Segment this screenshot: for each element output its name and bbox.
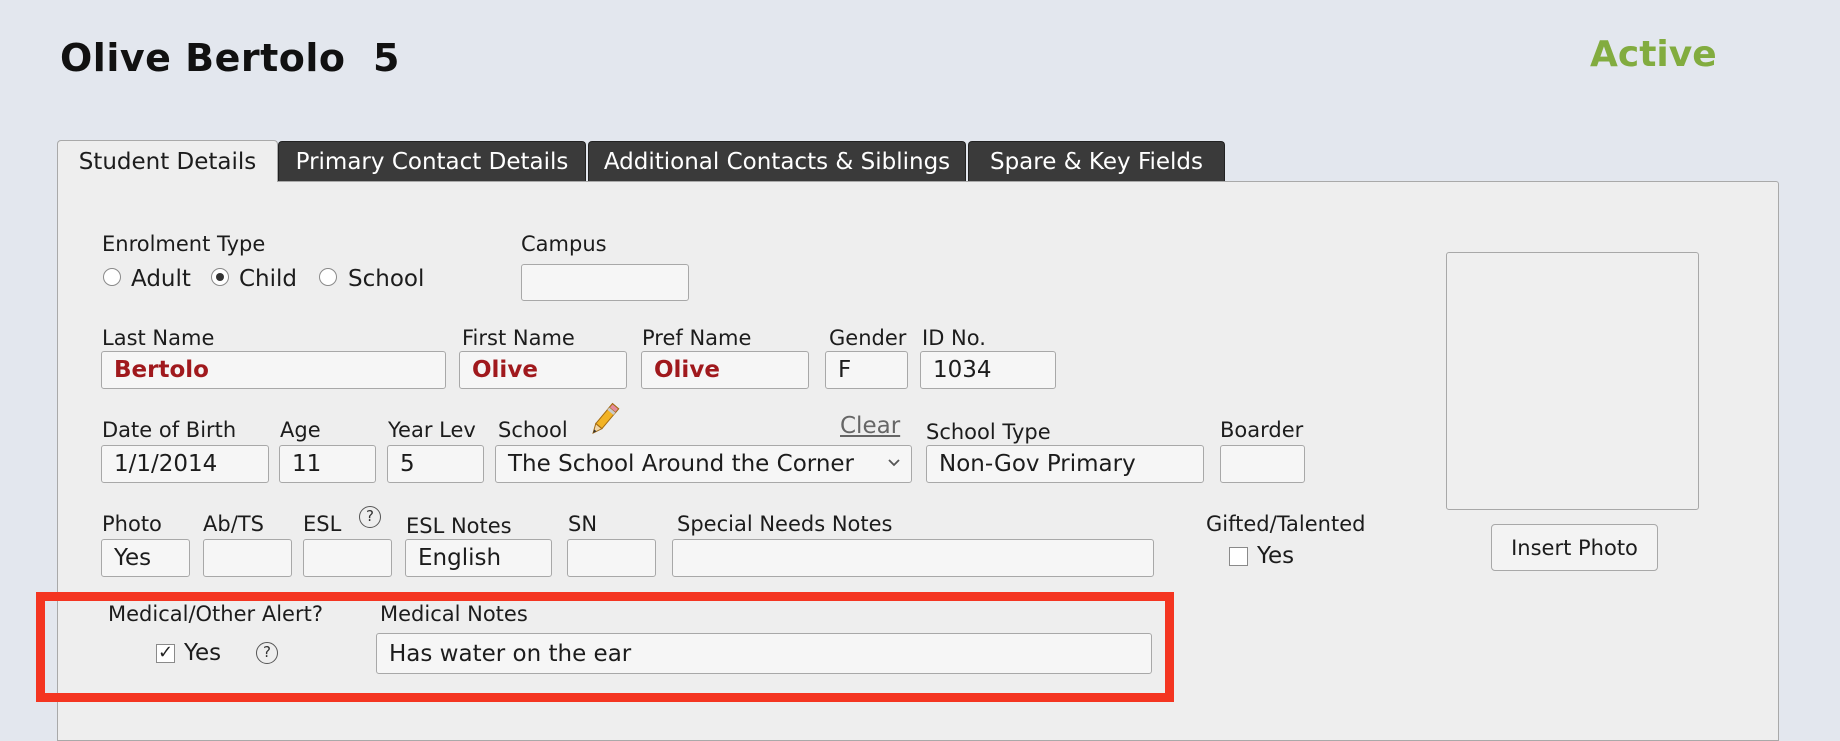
campus-label: Campus xyxy=(521,232,607,256)
photo-field[interactable]: Yes xyxy=(101,539,190,577)
tab-label: Spare & Key Fields xyxy=(989,148,1204,175)
radio-adult[interactable] xyxy=(103,268,121,286)
last-name-field[interactable]: Bertolo xyxy=(101,351,446,389)
esl-notes-field[interactable]: English xyxy=(405,539,552,577)
tab-label: Primary Contact Details xyxy=(295,148,569,175)
year-lev-field[interactable]: 5 xyxy=(387,445,484,483)
gifted-checkbox[interactable] xyxy=(1229,547,1248,566)
radio-child[interactable] xyxy=(211,268,229,286)
boarder-field[interactable] xyxy=(1220,445,1305,483)
tab-spare-key-fields[interactable]: Spare & Key Fields xyxy=(968,141,1225,181)
radio-adult-label: Adult xyxy=(131,266,191,292)
gifted-talented-label: Gifted/Talented xyxy=(1206,512,1366,536)
esl-label: ESL xyxy=(303,512,342,536)
tab-label: Additional Contacts & Siblings xyxy=(603,148,951,175)
ab-ts-label: Ab/TS xyxy=(203,512,264,536)
status-badge: Active xyxy=(1590,34,1717,75)
dob-label: Date of Birth xyxy=(102,418,237,442)
last-name-label: Last Name xyxy=(102,326,215,350)
school-select-value: The School Around the Corner xyxy=(508,451,854,477)
age-label: Age xyxy=(280,418,321,442)
pref-name-field[interactable]: Olive xyxy=(641,351,809,389)
help-icon[interactable]: ? xyxy=(359,506,381,528)
pref-name-label: Pref Name xyxy=(642,326,752,350)
id-no-field[interactable]: 1034 xyxy=(920,351,1056,389)
chevron-down-icon xyxy=(887,452,901,479)
id-no-label: ID No. xyxy=(922,326,986,350)
radio-child-label: Child xyxy=(239,266,298,292)
school-type-label: School Type xyxy=(926,420,1051,444)
year-lev-label: Year Lev xyxy=(388,418,476,442)
radio-school[interactable] xyxy=(319,268,337,286)
enrolment-type-group: Adult Child School xyxy=(102,266,432,296)
insert-photo-button[interactable]: Insert Photo xyxy=(1491,524,1658,571)
photo-label: Photo xyxy=(102,512,162,536)
age-field[interactable]: 11 xyxy=(279,445,376,483)
esl-field[interactable] xyxy=(303,539,392,577)
student-photo xyxy=(1446,252,1699,510)
dob-field[interactable]: 1/1/2014 xyxy=(101,445,269,483)
highlight-frame xyxy=(36,592,1174,702)
first-name-field[interactable]: Olive xyxy=(459,351,627,389)
sn-label: SN xyxy=(568,512,598,536)
boarder-label: Boarder xyxy=(1220,418,1304,442)
page-title: Olive Bertolo 5 xyxy=(60,36,400,80)
ab-ts-field[interactable] xyxy=(203,539,292,577)
first-name-label: First Name xyxy=(462,326,575,350)
school-clear-link[interactable]: Clear xyxy=(840,413,900,439)
gender-field[interactable]: F xyxy=(825,351,908,389)
school-label: School xyxy=(498,418,568,442)
special-needs-notes-label: Special Needs Notes xyxy=(677,512,893,536)
special-needs-notes-field[interactable] xyxy=(672,539,1154,577)
enrolment-type-label: Enrolment Type xyxy=(102,232,266,256)
tab-label: Student Details xyxy=(78,148,257,175)
school-select[interactable]: The School Around the Corner xyxy=(495,445,912,483)
esl-notes-label: ESL Notes xyxy=(406,514,512,538)
sn-field[interactable] xyxy=(567,539,656,577)
gifted-yes-label: Yes xyxy=(1257,543,1295,569)
tab-primary-contact-details[interactable]: Primary Contact Details xyxy=(278,141,586,181)
tab-additional-contacts[interactable]: Additional Contacts & Siblings xyxy=(588,141,966,181)
school-type-field[interactable]: Non-Gov Primary xyxy=(926,445,1204,483)
radio-school-label: School xyxy=(348,266,425,292)
pencil-icon[interactable] xyxy=(585,400,623,440)
tab-student-details[interactable]: Student Details xyxy=(57,140,278,182)
campus-field[interactable] xyxy=(521,264,689,301)
gender-label: Gender xyxy=(829,326,907,350)
